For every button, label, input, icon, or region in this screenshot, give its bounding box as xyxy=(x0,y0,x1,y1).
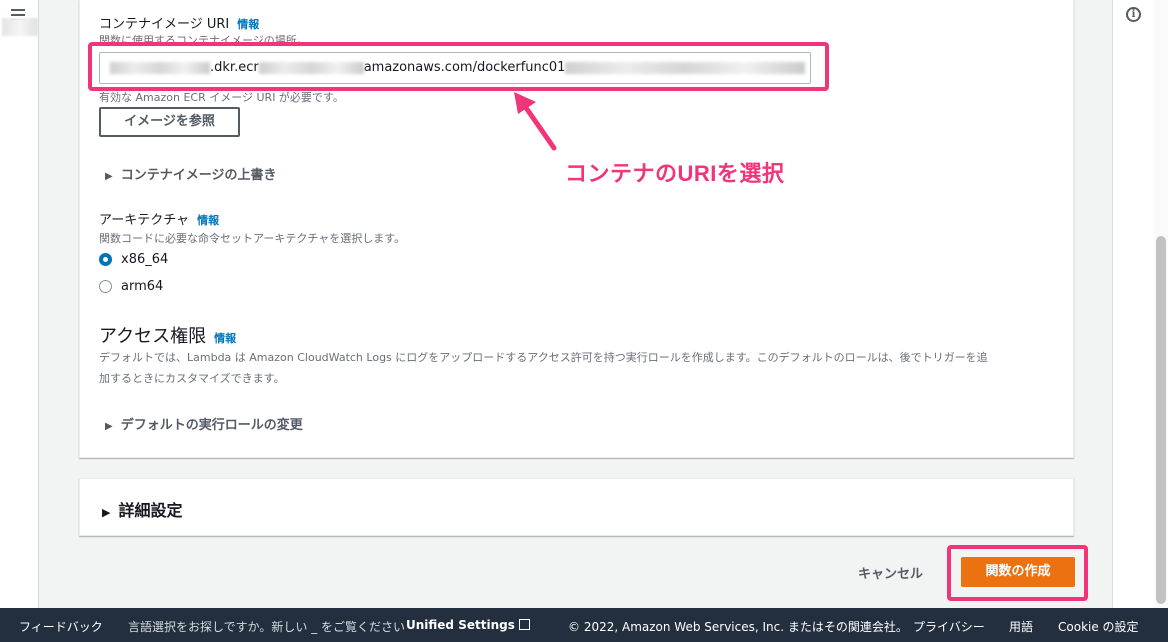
advanced-settings-panel[interactable]: ▶ 詳細設定 xyxy=(79,478,1074,536)
copyright: © 2022, Amazon Web Services, Inc. またはその関… xyxy=(568,620,908,634)
execution-role-toggle[interactable]: ▶ デフォルトの実行ロールの変更 xyxy=(105,414,303,433)
arch-option-x86[interactable]: x86_64 xyxy=(99,252,168,267)
browse-images-button[interactable]: イメージを参照 xyxy=(99,107,240,137)
caret-right-icon: ▶ xyxy=(105,171,113,182)
advanced-settings-label: 詳細設定 xyxy=(118,501,183,520)
privacy-link[interactable]: プライバシー xyxy=(913,618,985,635)
arch-label: アーキテクチャ 情報 xyxy=(99,209,219,228)
uri-label-text: コンテナイメージ URI xyxy=(99,17,230,32)
execution-role-label: デフォルトの実行ロールの変更 xyxy=(120,418,303,433)
access-info-link[interactable]: 情報 xyxy=(214,332,236,345)
console-footer: フィードバック 言語選択をお探しですか。新しい _ をご覧ください Unifie… xyxy=(0,608,1168,642)
info-icon[interactable]: i xyxy=(1126,7,1141,22)
scrollbar-thumb[interactable] xyxy=(1156,236,1166,604)
radio-selected-icon[interactable] xyxy=(99,253,112,266)
uri-info-link[interactable]: 情報 xyxy=(237,18,259,31)
access-heading-text: アクセス権限 xyxy=(99,326,207,347)
access-description-line2: 加するときにカスタマイズできます。 xyxy=(99,372,285,385)
terms-link[interactable]: 用語 xyxy=(1009,618,1033,635)
create-highlight-box xyxy=(947,545,1088,601)
unified-settings-link[interactable]: Unified Settings xyxy=(406,618,530,632)
container-override-label: コンテナイメージの上書き xyxy=(120,168,277,183)
help-panel-rail: i xyxy=(1112,0,1168,608)
language-prompt: 言語選択をお探しですか。新しい _ をご覧ください xyxy=(128,620,406,634)
arch-option-arm64[interactable]: arm64 xyxy=(99,279,163,294)
advanced-settings-toggle[interactable]: ▶ 詳細設定 xyxy=(102,497,182,521)
uri-label: コンテナイメージ URI 情報 xyxy=(99,13,259,32)
radio-unselected-icon[interactable] xyxy=(99,280,112,293)
annotation-text: コンテナのURIを選択 xyxy=(565,161,785,186)
cancel-button[interactable]: キャンセル xyxy=(858,563,923,582)
redacted-nav-label xyxy=(2,18,38,36)
caret-right-icon: ▶ xyxy=(102,506,111,519)
arch-description: 関数コードに必要な命令セットアーキテクチャを選択します。 xyxy=(99,232,406,245)
annotation-arrow-icon xyxy=(514,92,557,151)
arch-option-label: x86_64 xyxy=(121,252,169,267)
arch-option-label: arm64 xyxy=(121,279,164,294)
cookie-settings-link[interactable]: Cookie の設定 xyxy=(1058,618,1139,635)
arch-label-text: アーキテクチャ xyxy=(99,213,190,228)
container-override-toggle[interactable]: ▶ コンテナイメージの上書き xyxy=(105,164,276,183)
arch-info-link[interactable]: 情報 xyxy=(197,214,219,227)
feedback-link[interactable]: フィードバック xyxy=(19,618,103,635)
uri-highlight-box xyxy=(88,42,829,91)
access-description-line1: デフォルトでは、Lambda は Amazon CloudWatch Logs … xyxy=(99,351,988,364)
side-navigation xyxy=(0,0,39,608)
caret-right-icon: ▶ xyxy=(105,421,113,432)
uri-hint: 有効な Amazon ECR イメージ URI が必要です。 xyxy=(99,91,344,104)
external-link-icon xyxy=(518,619,530,630)
unified-settings-label: Unified Settings xyxy=(406,618,515,632)
access-heading: アクセス権限 情報 xyxy=(99,322,236,348)
